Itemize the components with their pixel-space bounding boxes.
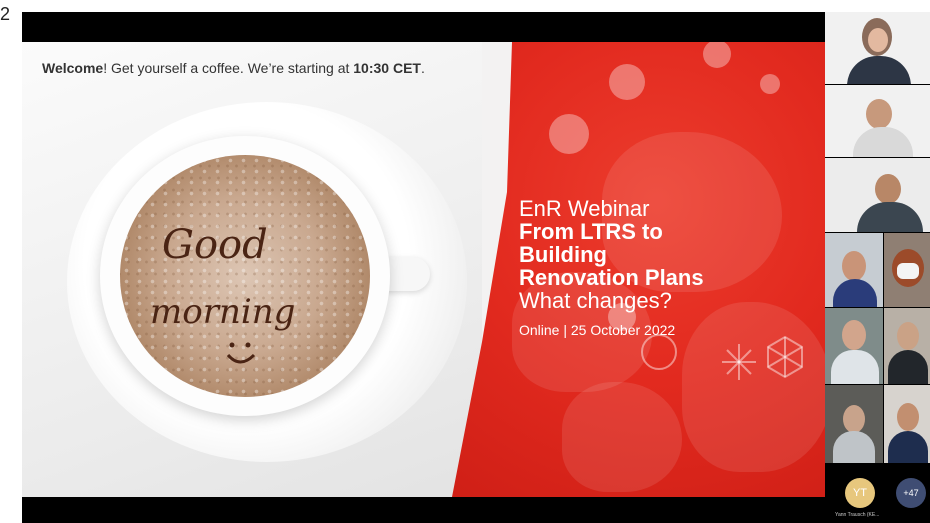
avatar-yt[interactable]: YT <box>845 478 875 508</box>
meeting-window: 2 Good morning Welcome! Get yourself a c… <box>0 0 930 523</box>
title-line-1: EnR Webinar <box>519 196 650 221</box>
title-line-5: What changes? <box>519 288 672 313</box>
participant-video-1[interactable] <box>825 12 930 84</box>
participant-video-5[interactable] <box>884 233 930 307</box>
page-number: 2 <box>0 4 11 24</box>
coffee-photo: Good morning Welcome! Get yourself a cof… <box>22 42 482 497</box>
participant-video-8[interactable] <box>825 385 883 463</box>
webinar-slide: Good morning Welcome! Get yourself a cof… <box>22 42 825 497</box>
participant-gallery: YT Yann Trausch (KE... +47 <box>825 12 930 523</box>
welcome-message: Welcome! Get yourself a coffee. We’re st… <box>42 60 425 76</box>
participant-name-yt: Yann Trausch (KE... <box>835 512 880 518</box>
participant-video-2[interactable] <box>825 85 930 157</box>
good-morning-drawing: Good morning <box>150 222 295 364</box>
title-line-2: From LTRS to <box>519 219 663 244</box>
cup-text-morning: morning <box>150 292 295 332</box>
webinar-date: Online | 25 October 2022 <box>519 322 676 338</box>
participant-video-4[interactable] <box>825 233 883 307</box>
participant-video-7[interactable] <box>884 308 930 384</box>
title-line-4: Renovation Plans <box>519 265 704 290</box>
webinar-title-block: EnR Webinar From LTRS to Building Renova… <box>519 197 704 338</box>
title-line-3: Building <box>519 242 607 267</box>
participant-video-9[interactable] <box>884 385 930 463</box>
participant-video-6[interactable] <box>825 308 883 384</box>
more-participants-button[interactable]: +47 <box>896 478 926 508</box>
coffee-foam: Good morning <box>120 155 370 397</box>
shared-screen: Good morning Welcome! Get yourself a cof… <box>22 12 825 523</box>
participant-video-3[interactable] <box>825 158 930 232</box>
cup-text-good: Good <box>162 222 268 268</box>
